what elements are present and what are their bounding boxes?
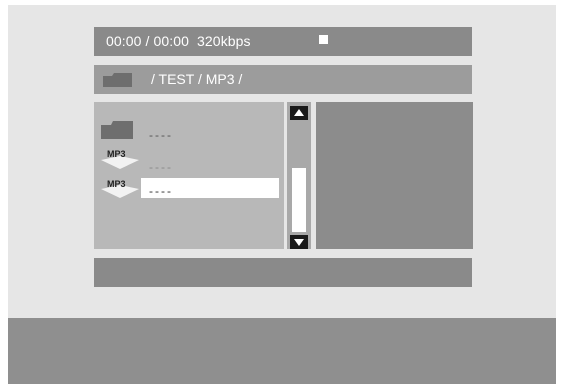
path-bar: / TEST / MP3 /: [94, 65, 472, 94]
playback-status: 00:00 / 00:00 320kbps: [106, 33, 251, 49]
preview-pane: [316, 102, 473, 249]
status-bar: 00:00 / 00:00 320kbps: [94, 27, 472, 56]
list-item-name: ----: [149, 128, 173, 142]
stop-icon[interactable]: [319, 35, 328, 44]
bottom-bar: [8, 318, 556, 384]
mp3-label: MP3: [107, 149, 126, 159]
list-item-name: ----: [149, 184, 173, 198]
folder-icon: [99, 120, 137, 145]
file-list: ---- MP3 ---- MP3 ----: [94, 102, 284, 249]
time-display: 00:00 / 00:00: [106, 33, 190, 49]
arrow-up-icon[interactable]: [290, 106, 308, 120]
info-bar: [94, 258, 472, 287]
folder-icon: [102, 72, 134, 93]
list-item-mp3[interactable]: MP3 ----: [94, 149, 284, 174]
list-item-name: ----: [149, 160, 173, 174]
mp3-label: MP3: [107, 179, 126, 189]
bitrate-display: 320kbps: [197, 33, 251, 49]
current-path: / TEST / MP3 /: [151, 71, 243, 87]
list-item-folder[interactable]: ----: [94, 120, 284, 142]
list-item-mp3-selected[interactable]: MP3 ----: [94, 178, 284, 198]
scrollbar[interactable]: [287, 102, 311, 249]
scroll-thumb[interactable]: [292, 168, 306, 232]
arrow-down-icon[interactable]: [290, 235, 308, 249]
